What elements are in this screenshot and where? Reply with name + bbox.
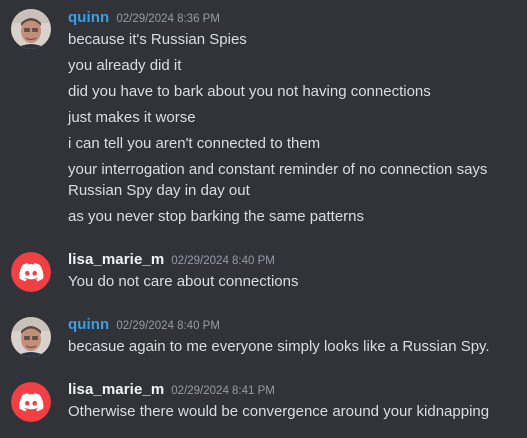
avatar[interactable]	[11, 317, 51, 357]
message-text: just makes it worse	[68, 109, 196, 126]
message-text: did you have to bark about you not havin…	[68, 83, 431, 100]
message-text: Russian Spy day in day out	[68, 182, 250, 199]
message-text: You do not care about connections	[68, 273, 299, 290]
message-header: lisa_marie_m 02/29/2024 8:41 PM	[68, 380, 275, 400]
chat-message-list: quinn 02/29/2024 8:36 PM because it's Rus…	[0, 0, 527, 438]
message-text: as you never stop barking the same patte…	[68, 208, 365, 225]
message-header: quinn 02/29/2024 8:40 PM	[68, 315, 220, 335]
discord-logo-icon	[11, 382, 51, 422]
username[interactable]: lisa_marie_m	[68, 381, 164, 398]
user-photo-icon	[11, 9, 51, 49]
message-text: becasue again to me everyone simply look…	[68, 338, 490, 355]
message-text: i can tell you aren't connected to them	[68, 135, 321, 152]
timestamp: 02/29/2024 8:40 PM	[171, 255, 275, 267]
message-text: Otherwise there would be convergence aro…	[68, 403, 490, 420]
message-header: quinn 02/29/2024 8:36 PM	[68, 8, 220, 28]
username[interactable]: quinn	[68, 9, 109, 26]
username[interactable]: quinn	[68, 316, 109, 333]
avatar[interactable]	[11, 9, 51, 49]
user-photo-icon	[11, 317, 51, 357]
avatar[interactable]	[11, 382, 51, 422]
message-text: you already did it	[68, 57, 182, 74]
timestamp: 02/29/2024 8:40 PM	[116, 320, 220, 332]
message-text: your interrogation and constant reminder…	[68, 161, 488, 178]
discord-logo-icon	[11, 252, 51, 292]
timestamp: 02/29/2024 8:36 PM	[116, 13, 220, 25]
message-text: because it's Russian Spies	[68, 31, 247, 48]
timestamp: 02/29/2024 8:41 PM	[171, 385, 275, 397]
message-header: lisa_marie_m 02/29/2024 8:40 PM	[68, 250, 275, 270]
avatar[interactable]	[11, 252, 51, 292]
username[interactable]: lisa_marie_m	[68, 251, 164, 268]
